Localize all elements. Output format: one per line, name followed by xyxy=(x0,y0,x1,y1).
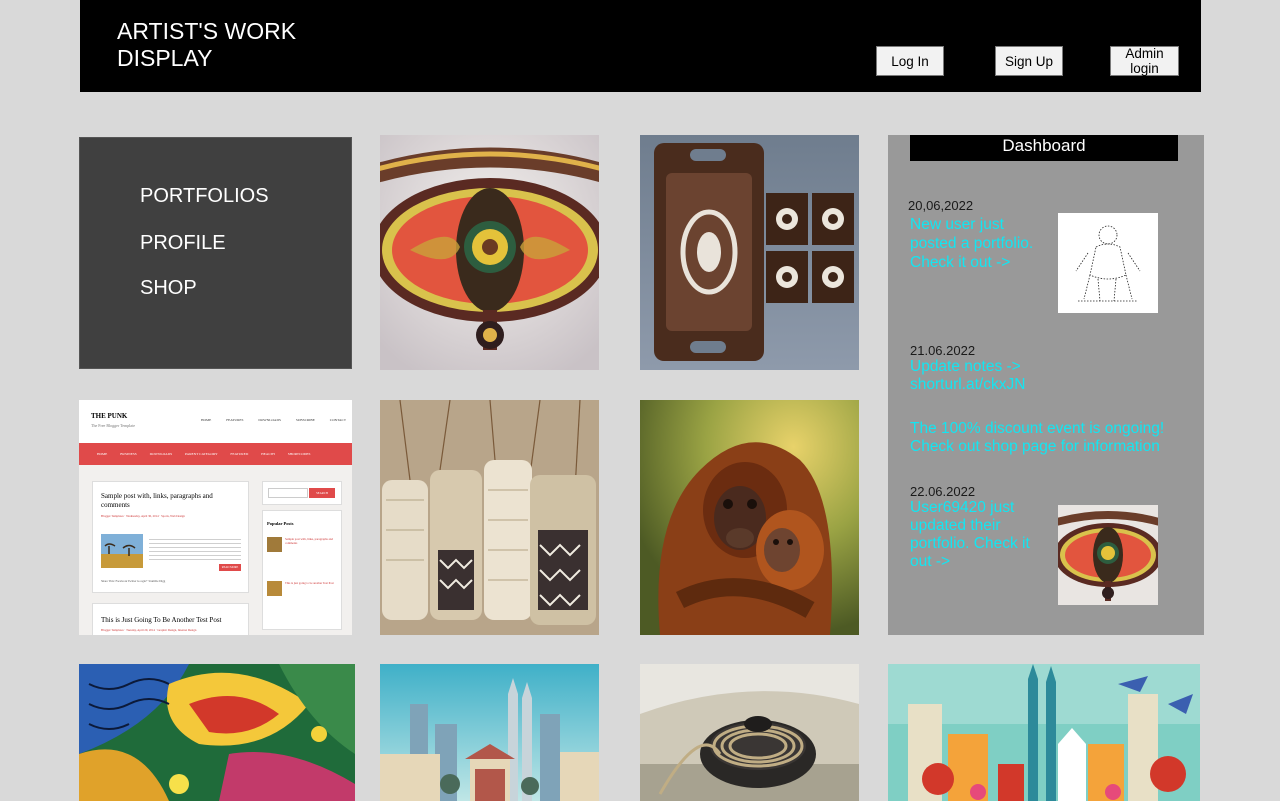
blog-menu-item: BUSINESS xyxy=(120,452,137,456)
woven-baskets-image xyxy=(380,400,599,635)
popular-post-title: This is just going to be another Test Po… xyxy=(285,581,334,585)
dashboard-title: Dashboard xyxy=(910,135,1178,161)
blog-search-box: SEARCH xyxy=(262,481,342,505)
entry-date: 20,06,2022 xyxy=(908,198,974,213)
blog-top-nav-item: CONTACT xyxy=(329,418,346,422)
blog-menu-item: PARENT CATEGORY xyxy=(185,452,218,456)
orangutan-image xyxy=(640,400,859,635)
abstract-painting-image xyxy=(79,664,355,801)
blog-header: THE PUNK The Free Blogger Template HOME … xyxy=(79,400,352,443)
signup-button[interactable]: Sign Up xyxy=(995,46,1063,76)
blog-post-meta: Blogger Templates · Wednesday, April 30,… xyxy=(101,514,185,518)
sketch-image xyxy=(1058,213,1158,313)
entry-date: 22.06.2022 xyxy=(910,484,976,499)
blog-site-name: THE PUNK xyxy=(91,412,128,420)
blog-top-nav-item: DOWNLOADS xyxy=(258,418,281,422)
blog-top-nav-item: SUBSCRIBE xyxy=(295,418,315,422)
kl-illustration-image xyxy=(888,664,1200,801)
woven-baskets-artwork[interactable] xyxy=(380,400,599,635)
blog-top-nav-item: HOME xyxy=(201,418,212,422)
blog-menu-item: SHORTCODES xyxy=(287,452,311,456)
spinning-top-artwork[interactable] xyxy=(640,664,859,801)
blog-search-input xyxy=(268,488,308,498)
blog-post-thumbnail xyxy=(101,534,143,568)
blog-template-artwork[interactable]: THE PUNK The Free Blogger Template HOME … xyxy=(79,400,352,635)
blog-menu-item: FEATURED xyxy=(230,452,249,456)
blog-search-button: SEARCH xyxy=(309,488,335,498)
discount-event-notice[interactable]: The 100% discount event is ongoing! Chec… xyxy=(910,420,1200,456)
kuala-lumpur-illustration-artwork[interactable] xyxy=(888,664,1200,801)
blog-post-excerpt xyxy=(149,536,241,562)
share-row: Share This: Facebook Twitter Google+ Stu… xyxy=(101,579,166,583)
sidebar-nav: PORTFOLIOS PROFILE SHOP xyxy=(79,137,352,369)
kite-thumbnail[interactable] xyxy=(1058,505,1158,605)
blog-tagline: The Free Blogger Template xyxy=(91,423,135,428)
login-button[interactable]: Log In xyxy=(876,46,944,76)
orangutan-photo-artwork[interactable] xyxy=(640,400,859,635)
popular-post-thumb xyxy=(267,537,282,552)
popular-post-thumb xyxy=(267,581,282,596)
blog-menu-item: DOWNLOADS xyxy=(149,452,173,456)
blog-popular-posts: Popular Posts Sample post with, links, p… xyxy=(262,510,342,630)
blog-post-meta: Blogger Templates · Tuesday, April 29, 2… xyxy=(101,628,197,632)
nav-item-profile[interactable]: PROFILE xyxy=(140,232,226,255)
dashboard-panel: Dashboard 20,06,2022 New user just poste… xyxy=(888,135,1204,635)
entry-date: 21.06.2022 xyxy=(910,343,976,358)
city-illustration-image xyxy=(380,664,599,801)
blog-post-card: This is Just Going To Be Another Test Po… xyxy=(92,603,249,635)
spinning-top-image xyxy=(640,664,859,801)
kite-thumbnail-image xyxy=(1058,505,1158,605)
sketch-thumbnail[interactable] xyxy=(1058,213,1158,313)
blog-menu-item: HOME xyxy=(97,452,108,456)
admin-login-button[interactable]: Admin login xyxy=(1110,46,1179,76)
read-more-button: READ MORE xyxy=(219,564,241,571)
blog-post-title: This is Just Going To Be Another Test Po… xyxy=(101,616,222,624)
nav-item-shop[interactable]: SHOP xyxy=(140,277,197,300)
portfolio-update-notice[interactable]: User69420 just updated their portfolio. … xyxy=(910,499,1050,571)
wau-kite-artwork[interactable] xyxy=(380,135,599,370)
site-header: ARTIST'S WORK DISPLAY Log In Sign Up Adm… xyxy=(80,0,1201,92)
blog-post-card: Sample post with, links, paragraphs and … xyxy=(92,481,249,593)
savanna-image xyxy=(101,534,143,568)
popular-posts-heading: Popular Posts xyxy=(267,521,294,526)
blog-top-nav: HOME FEATURES DOWNLOADS SUBSCRIBE CONTAC… xyxy=(201,418,346,422)
popular-post-title: Sample post with, links, paragraphs and … xyxy=(285,537,333,545)
site-title: ARTIST'S WORK DISPLAY xyxy=(117,18,297,71)
wau-kite-image xyxy=(380,135,599,370)
nav-item-portfolios[interactable]: PORTFOLIOS xyxy=(140,185,269,208)
blog-top-nav-item: FEATURES xyxy=(226,418,244,422)
blog-menu-item: HEALTH xyxy=(261,452,275,456)
blog-menu-bar: HOME BUSINESS DOWNLOADS PARENT CATEGORY … xyxy=(79,443,352,465)
update-notes-link[interactable]: Update notes -> shorturl.at/ckxJN xyxy=(910,358,1060,394)
carved-wooden-tray-artwork[interactable] xyxy=(640,135,859,370)
colorful-abstract-painting[interactable] xyxy=(79,664,355,801)
city-illustration-artwork[interactable] xyxy=(380,664,599,801)
blog-post-title: Sample post with, links, paragraphs and … xyxy=(101,492,213,509)
carved-tray-image xyxy=(640,135,859,370)
new-portfolio-notice[interactable]: New user just posted a portfolio. Check … xyxy=(910,215,1050,272)
